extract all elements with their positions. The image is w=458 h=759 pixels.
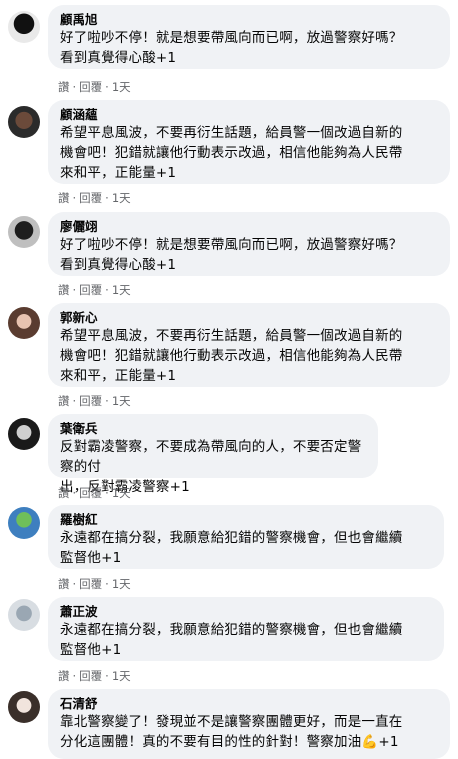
comment-author[interactable]: 羅樹紅 (60, 512, 432, 528)
like-link[interactable]: 讚 (58, 190, 70, 206)
avatar[interactable] (8, 599, 40, 631)
comment-text: 好了啦吵不停！就是想要帶風向而已啊，放過警察好嗎？ 看到真覺得心酸+1 (60, 30, 403, 66)
comment-author[interactable]: 蕭正波 (60, 604, 432, 620)
like-link[interactable]: 讚 (58, 393, 70, 409)
avatar[interactable] (8, 11, 40, 43)
like-link[interactable]: 讚 (58, 485, 70, 501)
comment-bubble: 廖儷翊 好了啦吵不停！就是想要帶風向而已啊，放過警察好嗎？ 看到真覺得心酸+1 (48, 212, 450, 276)
timestamp[interactable]: 1天 (112, 282, 131, 298)
comment-author[interactable]: 郭新心 (60, 310, 438, 326)
flexed-biceps-emoji-icon: 💪+1 (361, 734, 399, 750)
comment-author[interactable]: 葉衛兵 (60, 421, 366, 437)
timestamp[interactable]: 1天 (112, 668, 131, 684)
reply-link[interactable]: 回覆 (79, 576, 102, 592)
timestamp[interactable]: 1天 (112, 576, 131, 592)
comment-bubble: 顧禹旭 好了啦吵不停！就是想要帶風向而已啊，放過警察好嗎？ 看到真覺得心酸+1 (48, 5, 450, 69)
comment-actions: 讚 · 回覆 · 1天 (58, 576, 131, 592)
comment-bubble: 蕭正波 永遠都在搞分裂，我願意給犯錯的警察機會，但也會繼續 監督他+1 (48, 597, 444, 661)
reply-link[interactable]: 回覆 (79, 190, 102, 206)
like-link[interactable]: 讚 (58, 668, 70, 684)
comment-bubble: 葉衛兵 反對霸凌警察，不要成為帶風向的人，不要否定警察的付 出，反對霸凌警察+1 (48, 414, 378, 495)
avatar[interactable] (8, 507, 40, 539)
comment-text: 希望平息風波，不要再衍生話題，給員警一個改過自新的 機會吧！犯錯就讓他行動表示改… (60, 328, 403, 384)
comment-text: 永遠都在搞分裂，我願意給犯錯的警察機會，但也會繼續 監督他+1 (60, 622, 403, 658)
comment-actions: 讚 · 回覆 · 1天 (58, 485, 131, 501)
comment-author[interactable]: 廖儷翊 (60, 219, 438, 235)
timestamp[interactable]: 1天 (112, 393, 131, 409)
reply-link[interactable]: 回覆 (79, 393, 102, 409)
avatar[interactable] (8, 106, 40, 138)
comment-actions: 讚 · 回覆 · 1天 (58, 79, 131, 95)
like-link[interactable]: 讚 (58, 79, 70, 95)
comment-actions: 讚 · 回覆 · 1天 (58, 668, 131, 684)
timestamp[interactable]: 1天 (112, 190, 131, 206)
like-link[interactable]: 讚 (58, 282, 70, 298)
comment-text-body: 靠北警察變了！發現並不是讓警察團體更好，而是一直在 分化這團體！真的不要有目的性… (60, 714, 403, 750)
avatar[interactable] (8, 216, 40, 248)
comment-bubble: 郭新心 希望平息風波，不要再衍生話題，給員警一個改過自新的 機會吧！犯錯就讓他行… (48, 303, 450, 387)
avatar[interactable] (8, 307, 40, 339)
comment-actions: 讚 · 回覆 · 1天 (58, 282, 131, 298)
comment-author[interactable]: 顧涵蘊 (60, 107, 438, 123)
comment-author[interactable]: 石清舒 (60, 696, 438, 712)
timestamp[interactable]: 1天 (112, 79, 131, 95)
comment-actions: 讚 · 回覆 · 1天 (58, 393, 131, 409)
comment-text: 希望平息風波，不要再衍生話題，給員警一個改過自新的 機會吧！犯錯就讓他行動表示改… (60, 125, 403, 181)
like-link[interactable]: 讚 (58, 576, 70, 592)
reply-link[interactable]: 回覆 (79, 79, 102, 95)
comment-bubble: 羅樹紅 永遠都在搞分裂，我願意給犯錯的警察機會，但也會繼續 監督他+1 (48, 505, 444, 569)
comment-text: 永遠都在搞分裂，我願意給犯錯的警察機會，但也會繼續 監督他+1 (60, 530, 403, 566)
timestamp[interactable]: 1天 (112, 485, 131, 501)
reply-link[interactable]: 回覆 (79, 485, 102, 501)
reply-link[interactable]: 回覆 (79, 282, 102, 298)
comment-author[interactable]: 顧禹旭 (60, 12, 438, 28)
comment-bubble: 石清舒 靠北警察變了！發現並不是讓警察團體更好，而是一直在 分化這團體！真的不要… (48, 689, 450, 759)
comment-bubble: 顧涵蘊 希望平息風波，不要再衍生話題，給員警一個改過自新的 機會吧！犯錯就讓他行… (48, 100, 450, 184)
comment-text: 好了啦吵不停！就是想要帶風向而已啊，放過警察好嗎？ 看到真覺得心酸+1 (60, 237, 403, 273)
comment-text: 靠北警察變了！發現並不是讓警察團體更好，而是一直在 分化這團體！真的不要有目的性… (60, 712, 438, 752)
reply-link[interactable]: 回覆 (79, 668, 102, 684)
comment-actions: 讚 · 回覆 · 1天 (58, 190, 131, 206)
avatar[interactable] (8, 418, 40, 450)
avatar[interactable] (8, 691, 40, 723)
